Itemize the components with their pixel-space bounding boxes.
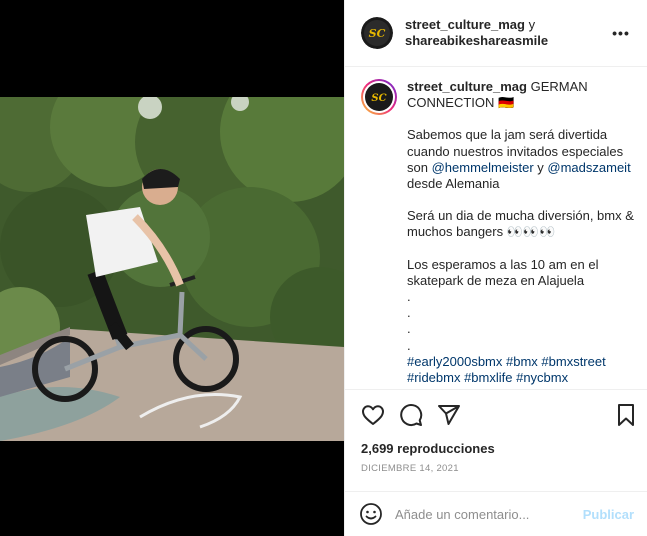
svg-text:SC: SC — [371, 93, 386, 104]
video-player[interactable] — [0, 97, 344, 441]
caption-avatar[interactable]: SC — [361, 79, 397, 115]
more-options-icon[interactable]: ••• — [609, 21, 633, 45]
mention-hemmelmeister[interactable]: @hemmelmeister — [432, 160, 534, 175]
caption-p2: Será un dia de mucha diversión, bmx & mu… — [407, 208, 634, 240]
caption-dot: . — [407, 321, 411, 337]
post-media — [0, 0, 344, 536]
paper-plane-icon[interactable] — [435, 401, 463, 429]
mention-madszameit[interactable]: @madszameit — [547, 160, 630, 175]
caption-p1-tail: desde Alemania — [407, 176, 500, 192]
publish-button[interactable]: Publicar — [583, 507, 634, 522]
svg-text:SC: SC — [369, 27, 386, 40]
caption-text: street_culture_mag GERMAN CONNECTION 🇩🇪 … — [407, 79, 634, 389]
action-bar — [345, 390, 647, 440]
view-count[interactable]: 2,699 reproducciones — [345, 440, 647, 458]
caption-p3: Los esperamos a las 10 am en el skatepar… — [407, 256, 599, 288]
post-header: SC street_culture_mag y shareabikesharea… — [345, 0, 647, 67]
caption-dot: . — [407, 289, 411, 305]
header-usernames: street_culture_mag y shareabikeshareasmi… — [405, 17, 609, 49]
hashtags-line-2[interactable]: #ridebmx #bmxlife #nycbmx — [407, 370, 634, 386]
author-avatar[interactable]: SC — [361, 17, 393, 49]
author-username[interactable]: street_culture_mag — [405, 17, 525, 32]
bmx-rider-video-frame[interactable] — [0, 97, 344, 441]
caption-author[interactable]: street_culture_mag — [407, 79, 527, 94]
bookmark-icon[interactable] — [612, 401, 640, 429]
comment-icon[interactable] — [397, 401, 425, 429]
header-connector: y — [528, 17, 536, 32]
instagram-post: SC street_culture_mag y shareabikesharea… — [0, 0, 647, 536]
post-date[interactable]: DICIEMBRE 14, 2021 — [345, 463, 647, 474]
post-actions-section: 2,699 reproducciones DICIEMBRE 14, 2021 — [345, 389, 647, 474]
caption-area: SC street_culture_mag GERMAN CONNECTION … — [345, 67, 647, 389]
post-details: SC street_culture_mag y shareabikesharea… — [344, 0, 647, 536]
collaborator-username[interactable]: shareabikeshareasmile — [405, 33, 548, 48]
author-logo-icon: SC — [365, 83, 393, 111]
heart-icon[interactable] — [359, 401, 387, 429]
caption-p1-conj: y — [537, 159, 544, 175]
caption-dot: . — [407, 305, 411, 321]
emoji-icon[interactable] — [359, 502, 383, 526]
comment-bar: Publicar — [345, 491, 647, 536]
hashtags-line-1[interactable]: #early2000sbmx #bmx #bmxstreet — [407, 354, 634, 370]
caption-dot: . — [407, 337, 411, 353]
comment-input[interactable] — [395, 506, 583, 522]
